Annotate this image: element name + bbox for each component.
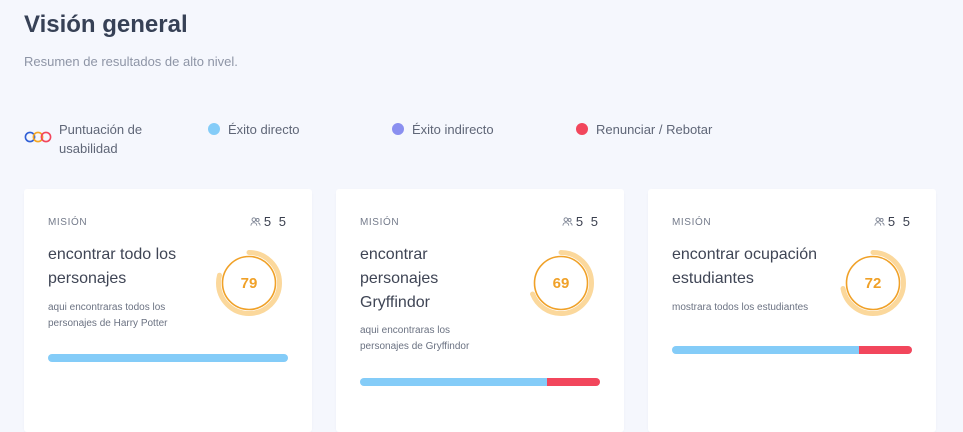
page-title: Visión general [24,11,188,38]
mission-kicker: MISIÓN [360,217,400,228]
usability-score: 72 [864,274,882,292]
mission-card[interactable]: MISIÓN 5 5 encontrar ocupación estudiant… [648,189,936,432]
mission-kicker: MISIÓN [48,217,88,228]
usability-score-ring: 72 [838,248,908,318]
usability-score: 69 [552,274,570,292]
direct-segment [360,378,548,386]
participant-count-value: 5 5 [575,214,600,229]
direct-dot-icon [208,123,220,135]
direct-segment [672,346,860,354]
mission-description: mostrara todos los estudiantes [672,302,809,313]
bounce-segment [859,346,912,354]
outcome-bar [48,354,288,362]
legend-label-bounce: Renunciar / Rebotar [596,122,713,137]
usability-score-ring: 79 [214,248,284,318]
participant-count-value: 5 5 [887,214,912,229]
legend-item-usability: Puntuación de usabilidad [24,120,159,158]
usability-score-ring: 69 [526,248,596,318]
indirect-dot-icon [392,123,404,135]
mission-kicker: MISIÓN [672,217,712,228]
users-icon [250,217,261,226]
users-icon [874,217,885,226]
page-subtitle: Resumen de resultados de alto nivel. [24,54,238,69]
mission-title: encontrar personajes Gryffindor [360,246,439,311]
overview-page: Visión general Resumen de resultados de … [0,0,963,432]
participant-count: 5 5 [562,214,600,229]
outcome-bar [672,346,912,354]
three-rings-icon [24,131,52,143]
participant-count: 5 5 [250,214,288,229]
users-icon [562,217,573,226]
outcome-bar [360,378,600,386]
legend: Puntuación de usabilidad Éxito directo É… [24,120,963,160]
participant-count: 5 5 [874,214,912,229]
mission-card[interactable]: MISIÓN 5 5 encontrar todo los personajes… [24,189,312,432]
legend-item-bounce: Renunciar / Rebotar [576,120,712,139]
direct-segment [48,354,288,362]
mission-card[interactable]: MISIÓN 5 5 encontrar personajes Gryffind… [336,189,624,432]
legend-item-direct: Éxito directo [208,120,300,139]
bounce-segment [547,378,600,386]
mission-description: aqui encontraras todos los personajes de… [48,302,168,329]
usability-score: 79 [240,274,258,292]
bounce-dot-icon [576,123,588,135]
legend-label-indirect: Éxito indirecto [412,122,494,137]
mission-title: encontrar ocupación estudiantes [672,246,817,287]
participant-count-value: 5 5 [263,214,288,229]
mission-description: aqui encontraras los personajes de Gryff… [360,325,470,352]
legend-label-usability: Puntuación de usabilidad [59,122,143,156]
legend-item-indirect: Éxito indirecto [392,120,494,139]
legend-label-direct: Éxito directo [228,122,300,137]
mission-title: encontrar todo los personajes [48,246,177,287]
